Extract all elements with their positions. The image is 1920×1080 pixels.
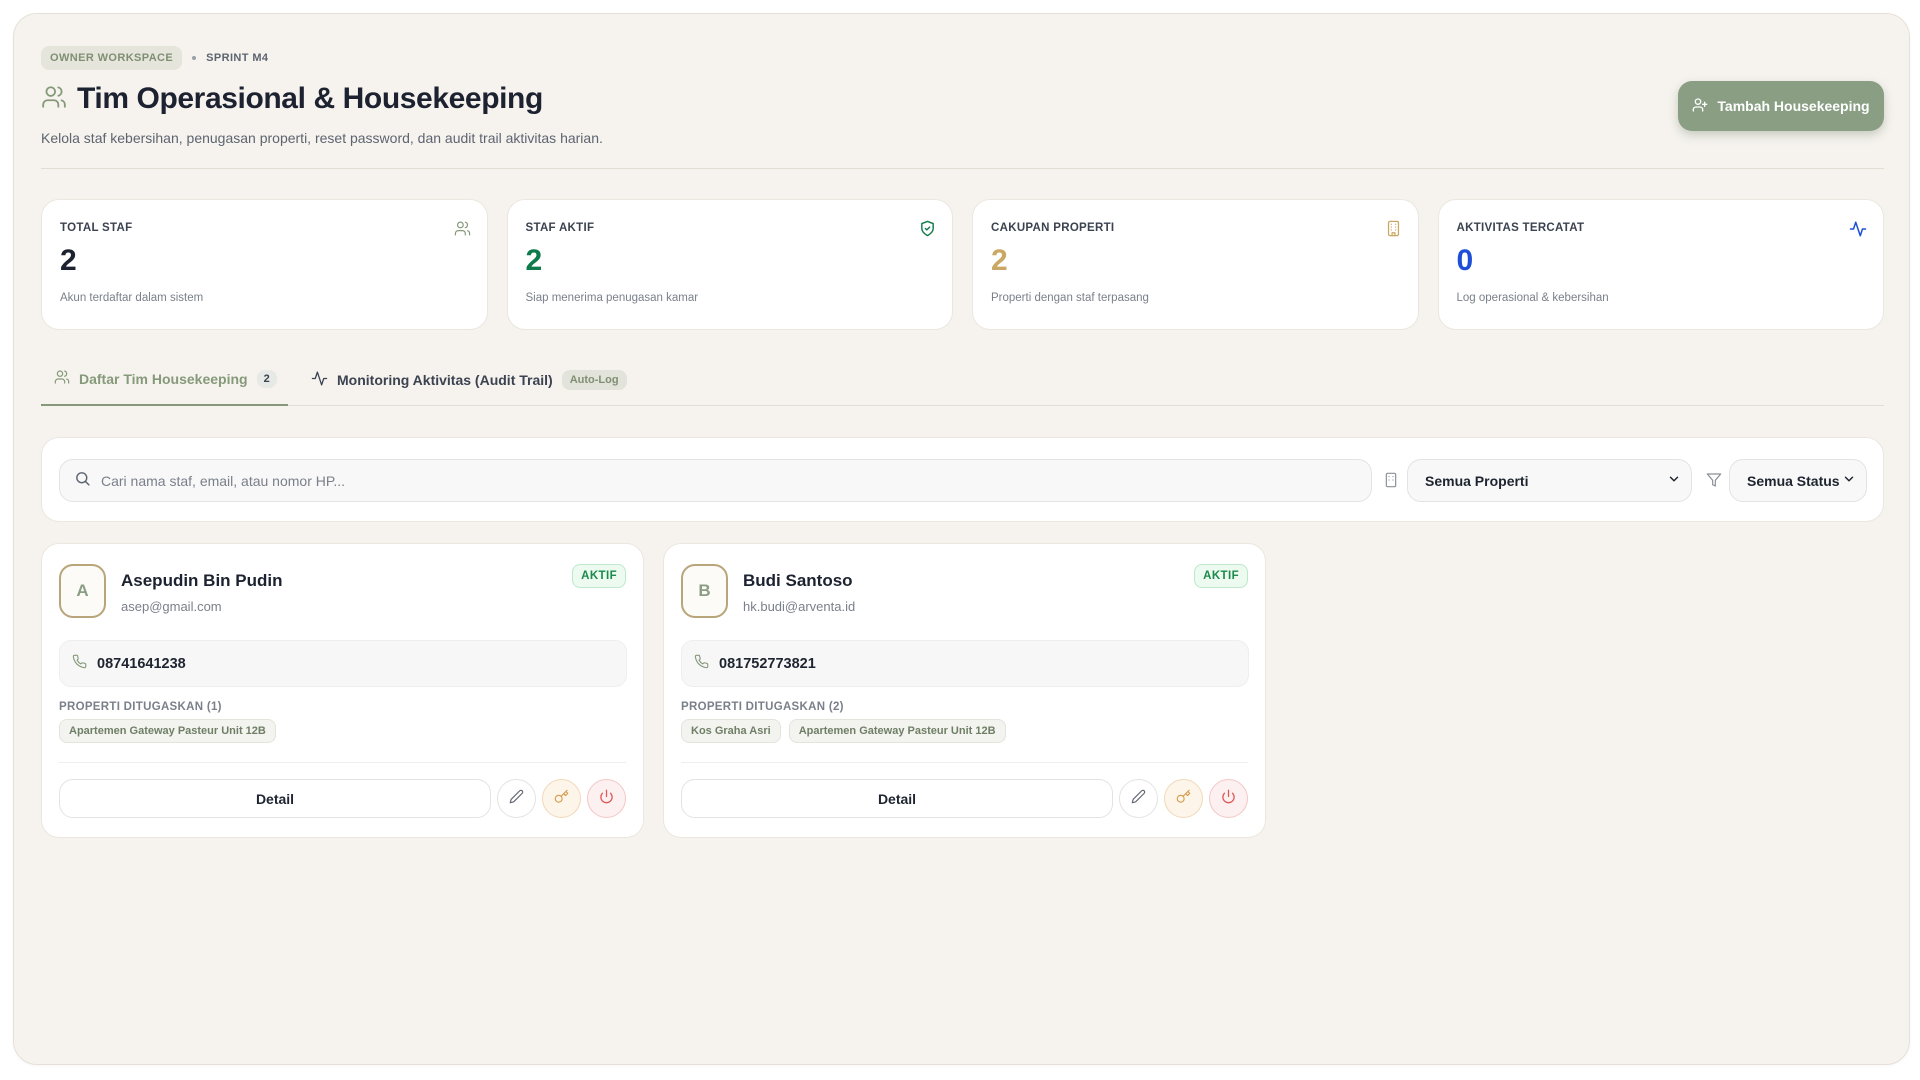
page-subtitle: Kelola staf kebersihan, penugasan proper…: [41, 130, 603, 146]
property-tag: Apartemen Gateway Pasteur Unit 12B: [788, 719, 1006, 743]
user-plus-icon: [1692, 97, 1708, 116]
card-divider: [59, 762, 626, 763]
sprint-label: SPRINT M4: [206, 52, 269, 64]
pencil-icon: [1131, 789, 1146, 809]
edit-button[interactable]: [497, 779, 536, 818]
phone-number: 08741641238: [97, 655, 186, 672]
add-housekeeping-button[interactable]: Tambah Housekeeping: [1678, 81, 1884, 131]
stat-card-activities: AKTIVITAS TERCATAT 0 Log operasional & k…: [1437, 199, 1884, 330]
property-select[interactable]: Semua Properti: [1407, 459, 1692, 502]
chevron-down-icon: [1842, 472, 1856, 489]
users-icon: [41, 84, 67, 115]
property-tag: Kos Graha Asri: [681, 719, 781, 743]
stat-desc: Akun terdaftar dalam sistem: [60, 292, 204, 304]
assigned-properties-label: PROPERTI DITUGASKAN (1): [59, 701, 222, 713]
stat-value: 2: [60, 244, 77, 277]
status-select-value: Semua Status: [1747, 472, 1840, 489]
add-housekeeping-label: Tambah Housekeeping: [1717, 98, 1870, 114]
page-content: OWNER WORKSPACE SPRINT M4 Tim Operasiona…: [41, 46, 1884, 838]
stat-value: 0: [1456, 244, 1474, 277]
shield-check-icon: [919, 220, 936, 242]
search-icon: [74, 470, 91, 492]
pencil-icon: [509, 789, 524, 809]
stat-label: STAF AKTIF: [525, 222, 595, 234]
card-divider: [681, 762, 1248, 763]
stat-label: TOTAL STAF: [60, 222, 133, 234]
property-tags: Apartemen Gateway Pasteur Unit 12B: [59, 719, 276, 743]
stat-card-total-staff: TOTAL STAF 2 Akun terdaftar dalam sistem: [41, 199, 488, 330]
phone-number: 081752773821: [719, 655, 816, 672]
stat-value: 2: [525, 244, 543, 277]
stat-value: 2: [991, 244, 1008, 277]
property-select-value: Semua Properti: [1425, 472, 1529, 489]
search-box: [59, 459, 1372, 502]
stat-label: CAKUPAN PROPERTI: [991, 222, 1115, 234]
tab-monitoring[interactable]: Monitoring Aktivitas (Audit Trail) Auto-…: [311, 353, 627, 406]
detail-button[interactable]: Detail: [59, 779, 491, 818]
key-icon: [1176, 789, 1191, 809]
detail-button[interactable]: Detail: [681, 779, 1113, 818]
power-icon: [599, 789, 614, 809]
staff-name: Asepudin Bin Pudin: [121, 571, 283, 590]
status-badge: AKTIF: [572, 564, 626, 588]
workspace-badge: OWNER WORKSPACE: [41, 46, 183, 70]
assigned-properties-label: PROPERTI DITUGASKAN (2): [681, 701, 844, 713]
phone-icon: [694, 654, 709, 673]
reset-password-button[interactable]: [1164, 779, 1203, 818]
phone-row: 081752773821: [681, 640, 1249, 687]
status-select[interactable]: Semua Status: [1729, 459, 1867, 502]
avatar: A: [59, 564, 106, 618]
page-title: Tim Operasional & Housekeeping: [77, 82, 543, 115]
status-badge: AKTIF: [1194, 564, 1248, 588]
app-frame: OWNER WORKSPACE SPRINT M4 Tim Operasiona…: [13, 13, 1910, 1065]
staff-email: hk.budi@arventa.id: [743, 599, 856, 614]
power-icon: [1221, 789, 1236, 809]
avatar: B: [681, 564, 728, 618]
breadcrumb: OWNER WORKSPACE SPRINT M4: [41, 46, 1884, 70]
auto-log-badge: Auto-Log: [561, 369, 627, 390]
building-icon: [1385, 220, 1402, 242]
stat-card-active-staff: STAF AKTIF 2 Siap menerima penugasan kam…: [506, 199, 953, 330]
users-icon: [454, 220, 471, 242]
edit-button[interactable]: [1119, 779, 1158, 818]
staff-card: A Asepudin Bin Pudin asep@gmail.com AKTI…: [41, 543, 644, 838]
users-icon: [54, 369, 70, 388]
deactivate-button[interactable]: [1209, 779, 1248, 818]
filter-icon: [1706, 472, 1722, 493]
property-tags: Kos Graha Asri Apartemen Gateway Pasteur…: [681, 719, 1006, 743]
tab-count-badge: 2: [256, 369, 277, 388]
stat-label: AKTIVITAS TERCATAT: [1456, 222, 1585, 234]
stat-desc: Siap menerima penugasan kamar: [525, 292, 699, 304]
search-input[interactable]: [101, 472, 1351, 489]
phone-row: 08741641238: [59, 640, 627, 687]
separator-dot: [192, 56, 197, 60]
tab-team-list[interactable]: Daftar Tim Housekeeping 2: [41, 353, 288, 406]
tab-label: Daftar Tim Housekeeping: [79, 370, 248, 387]
staff-email: asep@gmail.com: [121, 599, 222, 614]
staff-card: B Budi Santoso hk.budi@arventa.id AKTIF …: [663, 543, 1266, 838]
key-icon: [554, 789, 569, 809]
stats-row: TOTAL STAF 2 Akun terdaftar dalam sistem…: [41, 199, 1884, 330]
staff-name: Budi Santoso: [743, 571, 853, 590]
stat-desc: Log operasional & kebersihan: [1456, 292, 1609, 304]
activity-icon: [1849, 220, 1867, 243]
activity-icon: [311, 370, 328, 390]
filter-bar: Semua Properti Semua Status: [41, 437, 1884, 522]
title-row: Tim Operasional & Housekeeping: [41, 82, 1884, 116]
deactivate-button[interactable]: [587, 779, 626, 818]
stat-desc: Properti dengan staf terpasang: [991, 292, 1149, 304]
tab-label: Monitoring Aktivitas (Audit Trail): [337, 371, 553, 388]
building-icon: [1383, 472, 1399, 493]
stat-card-property-coverage: CAKUPAN PROPERTI 2 Properti dengan staf …: [972, 199, 1419, 330]
property-tag: Apartemen Gateway Pasteur Unit 12B: [59, 719, 276, 743]
header-divider: [41, 168, 1884, 169]
reset-password-button[interactable]: [542, 779, 581, 818]
staff-card-list: A Asepudin Bin Pudin asep@gmail.com AKTI…: [41, 543, 1884, 838]
chevron-down-icon: [1667, 472, 1681, 489]
tab-bar: Daftar Tim Housekeeping 2 Monitoring Akt…: [41, 353, 1884, 406]
phone-icon: [72, 654, 87, 673]
